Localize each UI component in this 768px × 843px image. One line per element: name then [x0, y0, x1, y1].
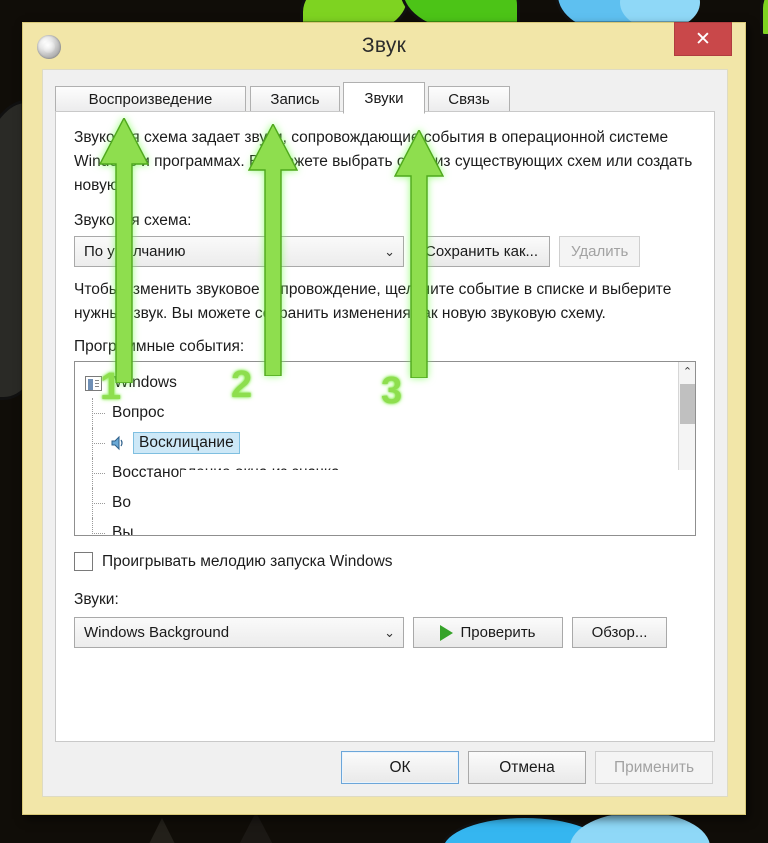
- close-icon: ✕: [695, 28, 711, 50]
- cancel-button[interactable]: Отмена: [468, 751, 586, 784]
- program-events-tree[interactable]: Windows Вопрос Восклицание Восстановлени…: [74, 361, 696, 536]
- ok-button[interactable]: ОК: [341, 751, 459, 784]
- tree-item-question[interactable]: Вопрос: [83, 398, 678, 428]
- browse-button[interactable]: Обзор...: [572, 617, 667, 648]
- sound-scheme-value: По умолчанию: [84, 243, 186, 260]
- chevron-down-icon: ⌄: [384, 624, 395, 640]
- hint-text: Чтобы изменить звуковое сопровождение, щ…: [74, 281, 672, 322]
- sounds-tab-panel: Звуковая схема задает звуки, сопровождаю…: [55, 111, 715, 742]
- sounds-label: Звуки:: [74, 591, 119, 608]
- tree-item-exclamation[interactable]: Восклицание: [83, 428, 678, 458]
- tab-playback[interactable]: Воспроизведение: [55, 86, 246, 112]
- tab-communications[interactable]: Связь: [428, 86, 510, 112]
- play-icon: [440, 624, 454, 641]
- delete-label: Удалить: [571, 243, 629, 260]
- tab-label: Звуки: [364, 89, 404, 107]
- sound-file-select[interactable]: Windows Background ⌄: [74, 617, 404, 648]
- document-icon: [85, 375, 102, 391]
- delete-button[interactable]: Удалить: [559, 236, 641, 267]
- dialog-footer: ОК Отмена Применить: [341, 751, 713, 784]
- tab-strip: Воспроизведение Запись Звуки Связь: [55, 82, 715, 114]
- test-label: Проверить: [460, 624, 536, 641]
- tab-recording[interactable]: Запись: [250, 86, 340, 112]
- wallpaper-shape: [230, 812, 282, 843]
- dialog-client-area: Воспроизведение Запись Звуки Связь Звуко…: [42, 69, 728, 797]
- tree-item-label: Вы: [112, 524, 134, 536]
- page-title: Звук: [361, 34, 407, 57]
- tab-label: Запись: [270, 90, 320, 108]
- startup-sound-row: Проигрывать мелодию запуска Windows: [74, 552, 696, 571]
- cancel-label: Отмена: [499, 758, 555, 776]
- sound-scheme-select[interactable]: По умолчанию ⌄: [74, 236, 404, 267]
- ok-label: ОК: [389, 758, 411, 776]
- tree-item-label: Windows: [114, 374, 177, 391]
- tree-item-windows[interactable]: Windows: [83, 368, 678, 398]
- tree-item-label: Вопрос: [112, 404, 165, 421]
- scheme-row: По умолчанию ⌄ Сохранить как... Удалить: [74, 236, 696, 267]
- scroll-up-icon[interactable]: ⌃: [679, 362, 695, 381]
- intro-text: Звуковая схема задает звуки, сопровождаю…: [74, 129, 693, 194]
- sound-file-value: Windows Background: [84, 624, 230, 641]
- test-button[interactable]: Проверить: [413, 617, 563, 648]
- startup-sound-label: Проигрывать мелодию запуска Windows: [102, 552, 393, 570]
- close-button[interactable]: ✕: [674, 22, 732, 56]
- save-as-label: Сохранить как...: [425, 243, 539, 260]
- wallpaper-leaf: [760, 0, 768, 37]
- tab-label: Воспроизведение: [88, 90, 213, 108]
- apply-label: Применить: [613, 758, 695, 776]
- startup-sound-checkbox[interactable]: [74, 552, 93, 571]
- scrollbar-thumb[interactable]: [680, 384, 695, 424]
- speaker-icon: [109, 435, 127, 451]
- browse-label: Обзор...: [591, 624, 648, 641]
- occlusion-overlay: [181, 470, 695, 535]
- sound-settings-dialog: Звук ✕ Воспроизведение Запись Звуки Связ…: [22, 22, 746, 815]
- tree-item-label: Восклицание: [133, 432, 240, 454]
- tree-item-label: Во: [112, 494, 131, 511]
- sound-select-row: Windows Background ⌄ Проверить Обзор...: [74, 617, 696, 648]
- tab-sounds[interactable]: Звуки: [343, 82, 425, 114]
- chevron-down-icon: ⌄: [384, 243, 395, 259]
- events-label: Программные события:: [74, 338, 245, 355]
- title-bar: Звук ✕: [23, 22, 745, 69]
- tab-label: Связь: [448, 90, 490, 108]
- apply-button[interactable]: Применить: [595, 751, 713, 784]
- save-as-button[interactable]: Сохранить как...: [413, 236, 551, 267]
- wallpaper-blob: [570, 812, 710, 843]
- scheme-label: Звуковая схема:: [74, 212, 192, 229]
- wallpaper-shape: [140, 818, 184, 843]
